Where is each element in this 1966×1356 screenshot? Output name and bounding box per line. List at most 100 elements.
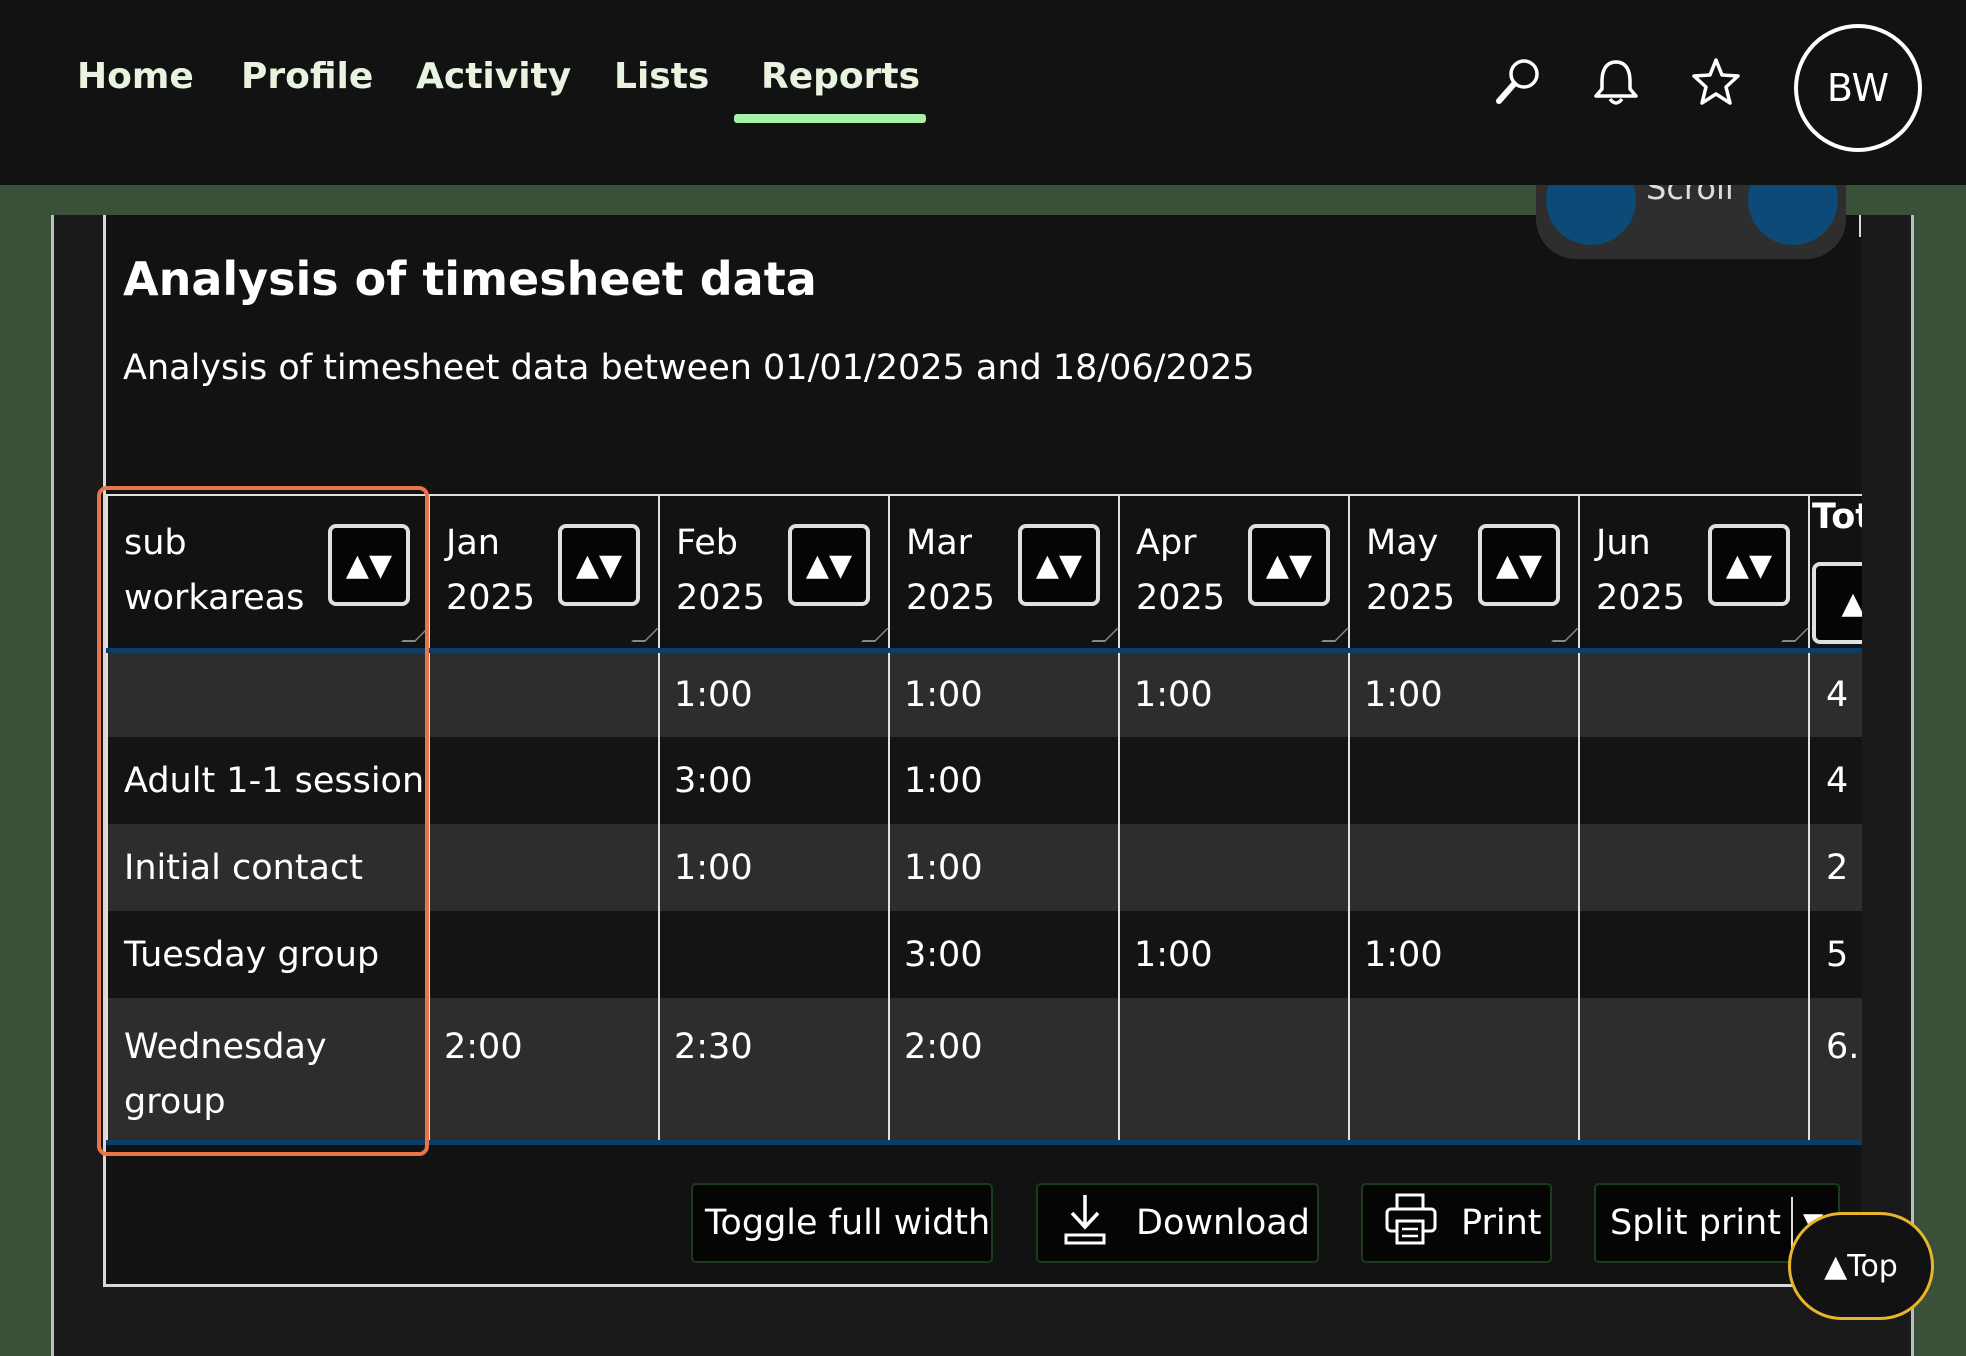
row-name (106, 650, 430, 737)
table-cell: 3:00 (888, 911, 1120, 998)
table-cell: 1:00 (1348, 911, 1580, 998)
table-cell (1578, 998, 1810, 1145)
row-total: 4 (1808, 737, 1862, 824)
resize-handle[interactable] (401, 627, 429, 642)
back-to-top-button[interactable]: ▲Top (1788, 1212, 1934, 1320)
row-total: 6.5 (1808, 998, 1862, 1145)
row-name: Tuesday group (106, 911, 430, 998)
row-total: 2 (1808, 824, 1862, 911)
row-name: Initial contact (106, 824, 430, 911)
nav-profile[interactable]: Profile (241, 56, 373, 97)
table-cell (1578, 650, 1810, 737)
resize-handle[interactable] (1551, 627, 1579, 642)
table-cell (1348, 998, 1580, 1145)
download-icon (1060, 1191, 1110, 1256)
table-cell (428, 824, 660, 911)
table-row: Tuesday group 3:00 1:00 1:00 5 (106, 911, 1862, 998)
table-row: Wednesday group 2:00 2:30 2:00 6.5 (106, 998, 1862, 1145)
timesheet-table-container[interactable]: sub workareas ▲▼ Jan 2025 ▲▼ Feb 2025 ▲▼… (106, 494, 1862, 1150)
resize-handle[interactable] (1321, 627, 1349, 642)
scroll-right-button[interactable] (1748, 185, 1838, 245)
table-cell (1348, 824, 1580, 911)
column-header-label: sub workareas (124, 523, 305, 618)
table-cell: 1:00 (1118, 911, 1350, 998)
column-header-label: Tot (1812, 497, 1862, 537)
search-icon[interactable] (1490, 54, 1546, 110)
nav-activity[interactable]: Activity (416, 56, 571, 97)
table-cell (1578, 824, 1810, 911)
user-avatar[interactable]: BW (1794, 24, 1922, 152)
toggle-full-width-label: Toggle full width (705, 1203, 991, 1243)
sort-button[interactable]: ▲ (1812, 562, 1862, 644)
table-cell: 1:00 (658, 824, 890, 911)
table-row: Adult 1-1 session 3:00 1:00 4 (106, 737, 1862, 824)
table-cell (1118, 998, 1350, 1145)
report-subtitle: Analysis of timesheet data between 01/01… (123, 348, 1255, 388)
resize-handle[interactable] (861, 627, 889, 642)
column-header-apr: Apr 2025 ▲▼ (1118, 494, 1350, 653)
row-name: Adult 1-1 session (106, 737, 430, 824)
table-cell: 1:00 (888, 737, 1120, 824)
star-icon[interactable] (1688, 54, 1744, 110)
sort-button[interactable]: ▲▼ (1248, 524, 1330, 606)
sort-button[interactable]: ▲▼ (328, 524, 410, 606)
table-cell: 1:00 (658, 650, 890, 737)
active-tab-indicator (734, 114, 926, 123)
sort-button[interactable]: ▲▼ (1708, 524, 1790, 606)
column-header-feb: Feb 2025 ▲▼ (658, 494, 890, 653)
table-cell (1118, 737, 1350, 824)
scroll-control: Scroll (1536, 185, 1846, 259)
download-label: Download (1136, 1203, 1310, 1243)
toggle-full-width-button[interactable]: Toggle full width (691, 1183, 993, 1263)
table-cell: 1:00 (888, 824, 1120, 911)
nav-lists[interactable]: Lists (614, 56, 709, 97)
table-row: 1:00 1:00 1:00 1:00 4 (106, 650, 1862, 737)
timesheet-table: sub workareas ▲▼ Jan 2025 ▲▼ Feb 2025 ▲▼… (106, 494, 1862, 1145)
column-header-label: Mar 2025 (906, 523, 996, 618)
row-total: 4 (1808, 650, 1862, 737)
column-header-total: Tot ▲ (1808, 494, 1862, 653)
table-cell (1118, 824, 1350, 911)
print-label: Print (1461, 1203, 1542, 1243)
column-header-jun: Jun 2025 ▲▼ (1578, 494, 1810, 653)
split-print-label: Split print (1610, 1203, 1781, 1243)
table-cell (428, 650, 660, 737)
download-button[interactable]: Download (1036, 1183, 1319, 1263)
nav-home[interactable]: Home (77, 56, 194, 97)
table-cell: 2:00 (428, 998, 660, 1145)
column-header-label: Jun 2025 (1596, 523, 1686, 618)
table-cell: 3:00 (658, 737, 890, 824)
bell-icon[interactable] (1588, 54, 1644, 110)
table-cell (1578, 737, 1810, 824)
sort-button[interactable]: ▲▼ (788, 524, 870, 606)
sort-button[interactable]: ▲▼ (558, 524, 640, 606)
row-name: Wednesday group (106, 998, 430, 1145)
nav-reports[interactable]: Reports (761, 56, 920, 97)
column-header-label: Apr 2025 (1136, 523, 1226, 618)
sort-button[interactable]: ▲▼ (1018, 524, 1100, 606)
scroll-left-button[interactable] (1546, 185, 1636, 245)
resize-handle[interactable] (1781, 627, 1809, 642)
table-cell (428, 911, 660, 998)
column-header-label: Jan 2025 (446, 523, 536, 618)
row-total: 5 (1808, 911, 1862, 998)
table-cell: 1:00 (1348, 650, 1580, 737)
column-header-label: Feb 2025 (676, 523, 766, 618)
column-header-sub-workareas: sub workareas ▲▼ (106, 494, 430, 653)
print-button[interactable]: Print (1361, 1183, 1552, 1263)
resize-handle[interactable] (1091, 627, 1119, 642)
column-header-may: May 2025 ▲▼ (1348, 494, 1580, 653)
table-cell: 2:00 (888, 998, 1120, 1145)
table-cell (658, 911, 890, 998)
sort-button[interactable]: ▲▼ (1478, 524, 1560, 606)
table-cell: 1:00 (1118, 650, 1350, 737)
table-row: Initial contact 1:00 1:00 2 (106, 824, 1862, 911)
scroll-label: Scroll (1646, 185, 1734, 207)
table-cell (1578, 911, 1810, 998)
card-border (1859, 215, 1861, 237)
table-cell: 2:30 (658, 998, 890, 1145)
table-cell (1348, 737, 1580, 824)
top-navigation-bar: Home Profile Activity Lists Reports BW (0, 0, 1966, 185)
column-header-jan: Jan 2025 ▲▼ (428, 494, 660, 653)
resize-handle[interactable] (631, 627, 659, 642)
